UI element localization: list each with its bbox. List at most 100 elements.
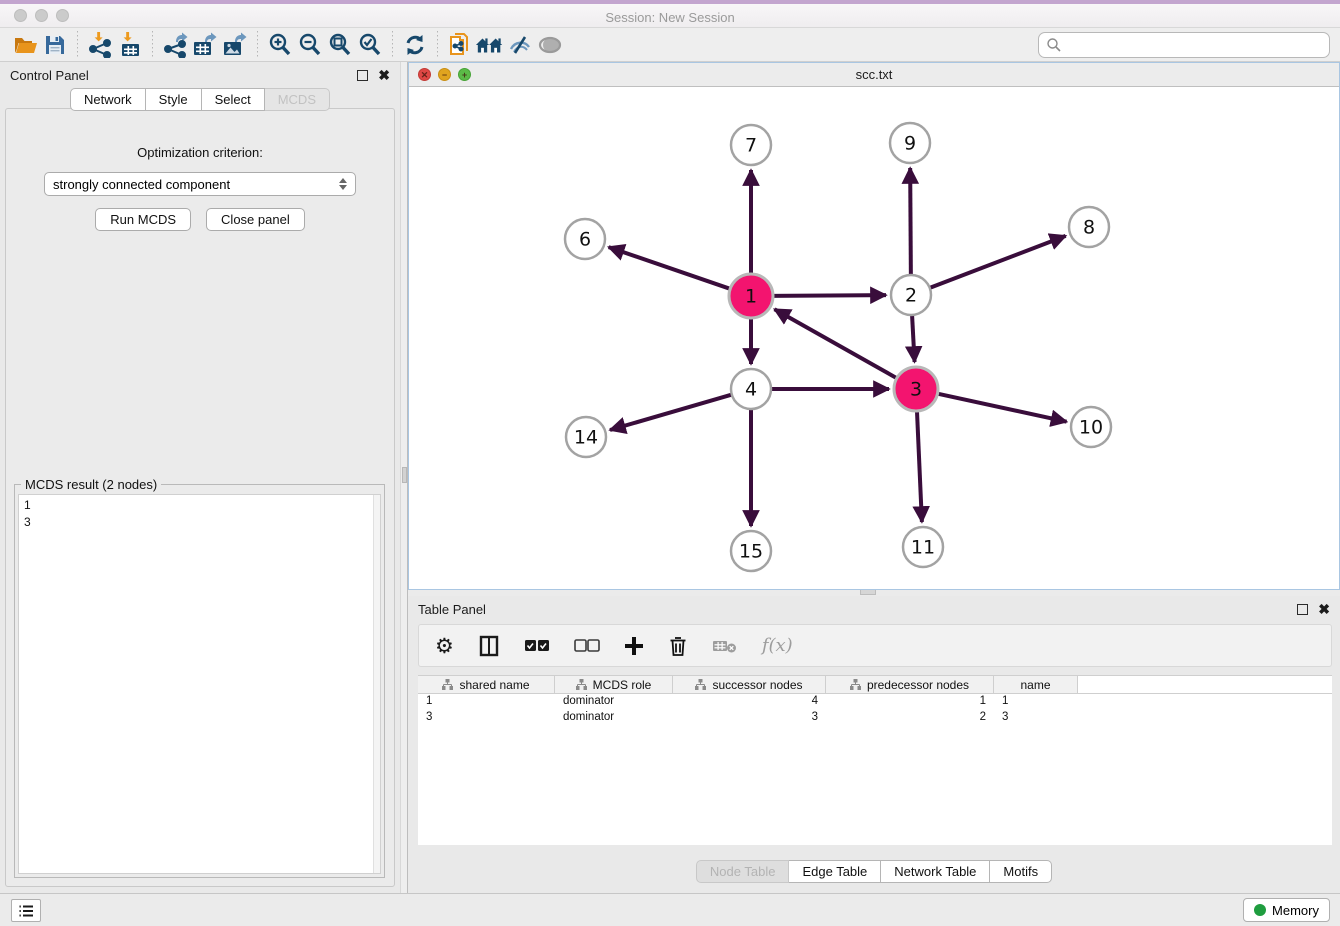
node-table[interactable]: shared name MCDS role successor nodesprede…	[418, 675, 1332, 845]
column-type-icon	[850, 679, 861, 690]
panel-splitter[interactable]	[400, 62, 408, 893]
graph-node-label-4: 4	[745, 379, 757, 401]
graph-node-label-15: 15	[739, 541, 763, 563]
close-panel-icon[interactable]: ✖	[378, 70, 390, 81]
toolbar-separator	[77, 31, 78, 59]
task-history-button[interactable]	[11, 899, 41, 922]
delete-table-icon	[712, 637, 738, 655]
tab-mcds[interactable]: MCDS	[265, 88, 330, 111]
hide-selected-eye-icon[interactable]	[505, 31, 535, 59]
column-type-icon	[695, 679, 706, 690]
float-table-panel-icon[interactable]	[1297, 604, 1308, 615]
graph-edge-2-3[interactable]	[912, 314, 915, 362]
column-header-MCDS-role[interactable]: MCDS role	[555, 676, 673, 693]
column-header-label: name	[1020, 678, 1050, 692]
export-image-icon[interactable]	[220, 31, 250, 59]
table-cell[interactable]: dominator	[555, 710, 673, 726]
optimization-criterion-value: strongly connected component	[53, 177, 339, 192]
deselect-all-icon[interactable]	[574, 639, 600, 653]
zoom-selected-icon[interactable]	[355, 31, 385, 59]
run-mcds-button[interactable]: Run MCDS	[95, 208, 191, 231]
float-panel-icon[interactable]	[357, 70, 368, 81]
graph-edge-2-9[interactable]	[910, 168, 911, 276]
splitter-handle[interactable]	[402, 467, 407, 483]
export-network-icon[interactable]	[160, 31, 190, 59]
add-column-icon[interactable]	[624, 636, 644, 656]
zoom-in-icon[interactable]	[265, 31, 295, 59]
status-bar: Memory	[0, 893, 1340, 926]
table-settings-gear-icon[interactable]: ⚙	[435, 635, 454, 657]
mcds-result-group: MCDS result (2 nodes) 1 3	[14, 484, 385, 878]
network-window-title: scc.txt	[409, 67, 1339, 82]
export-table-icon[interactable]	[190, 31, 220, 59]
tab-select[interactable]: Select	[202, 88, 265, 111]
open-session-icon[interactable]	[10, 31, 40, 59]
column-header-name[interactable]: name	[994, 676, 1078, 693]
column-header-shared-name[interactable]: shared name	[418, 676, 555, 693]
function-builder-icon: f(x)	[762, 635, 793, 656]
graph-edge-3-1[interactable]	[775, 309, 898, 378]
search-input[interactable]	[1062, 35, 1329, 55]
table-cell[interactable]: 1	[994, 694, 1078, 710]
optimization-criterion-select[interactable]: strongly connected component	[44, 172, 356, 196]
application-window: Session: New Session	[0, 0, 1340, 926]
graph-node-label-7: 7	[745, 135, 757, 157]
search-icon	[1046, 37, 1062, 53]
table-toolbar: ⚙ f(x)	[418, 624, 1332, 667]
table-body: 1dominator4113dominator323	[418, 694, 1332, 726]
zoom-fit-icon[interactable]	[325, 31, 355, 59]
refresh-icon[interactable]	[400, 31, 430, 59]
select-stepper-icon	[339, 178, 347, 190]
memory-label: Memory	[1272, 903, 1319, 918]
table-cell[interactable]: 2	[826, 710, 994, 726]
tab-node-table[interactable]: Node Table	[696, 860, 790, 883]
control-panel-tabs: NetworkStyleSelectMCDS	[0, 88, 400, 111]
toolbar-separator	[257, 31, 258, 59]
table-cell[interactable]: dominator	[555, 694, 673, 710]
column-header-successor-nodes[interactable]: successor nodes	[673, 676, 826, 693]
close-table-panel-icon[interactable]: ✖	[1318, 604, 1330, 615]
network-canvas[interactable]: 7968124314101511	[409, 87, 1339, 589]
tab-style[interactable]: Style	[146, 88, 202, 111]
result-scrollbar[interactable]	[373, 495, 380, 873]
optimization-criterion-label: Optimization criterion:	[6, 145, 394, 160]
column-type-icon	[442, 679, 453, 690]
close-panel-button[interactable]: Close panel	[206, 208, 305, 231]
table-cell[interactable]: 3	[673, 710, 826, 726]
select-all-icon[interactable]	[524, 639, 550, 653]
table-cell[interactable]: 3	[994, 710, 1078, 726]
network-view-window: ✕ − + scc.txt 7968124314101511	[408, 62, 1340, 590]
table-cell[interactable]: 3	[418, 710, 555, 726]
table-cell[interactable]: 1	[826, 694, 994, 710]
network-window-titlebar[interactable]: ✕ − + scc.txt	[409, 63, 1339, 87]
home-networks-icon[interactable]	[475, 31, 505, 59]
memory-status-icon	[1254, 904, 1266, 916]
delete-column-trash-icon[interactable]	[668, 635, 688, 657]
column-header-predecessor-nodes[interactable]: predecessor nodes	[826, 676, 994, 693]
show-columns-icon[interactable]	[478, 635, 500, 657]
zoom-out-icon[interactable]	[295, 31, 325, 59]
graph-edge-1-2[interactable]	[772, 295, 886, 296]
tab-network[interactable]: Network	[70, 88, 146, 111]
graph-edge-1-6[interactable]	[609, 247, 731, 289]
tab-edge-table[interactable]: Edge Table	[789, 860, 881, 883]
graph-edge-2-8[interactable]	[929, 236, 1066, 288]
graph-edge-3-11[interactable]	[917, 410, 922, 522]
mcds-result-list[interactable]: 1 3	[18, 494, 381, 874]
save-session-icon[interactable]	[40, 31, 70, 59]
tab-motifs[interactable]: Motifs	[990, 860, 1052, 883]
import-table-icon[interactable]	[115, 31, 145, 59]
graph-edge-3-10[interactable]	[937, 393, 1067, 421]
column-header-label: MCDS role	[593, 678, 652, 692]
memory-button[interactable]: Memory	[1243, 898, 1330, 922]
graph-edge-4-14[interactable]	[610, 394, 733, 430]
mcds-buttons: Run MCDS Close panel	[6, 208, 394, 231]
graph-node-label-8: 8	[1083, 217, 1095, 239]
table-cell[interactable]: 1	[418, 694, 555, 710]
import-network-icon[interactable]	[85, 31, 115, 59]
clone-network-icon[interactable]	[445, 31, 475, 59]
table-row[interactable]: 3dominator323	[418, 710, 1332, 726]
table-cell[interactable]: 4	[673, 694, 826, 710]
tab-network-table[interactable]: Network Table	[881, 860, 990, 883]
table-row[interactable]: 1dominator411	[418, 694, 1332, 710]
